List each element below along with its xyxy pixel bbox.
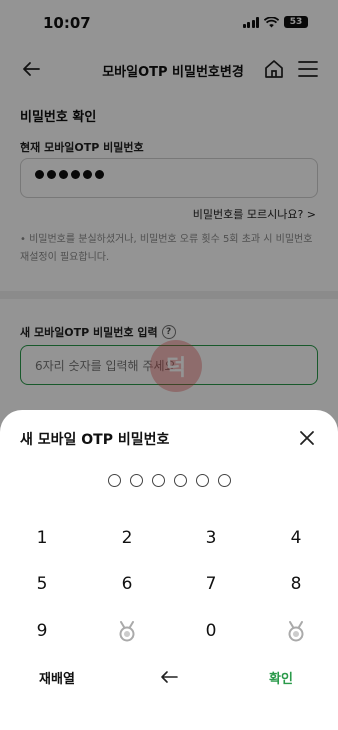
key-9[interactable]: 9 — [12, 613, 72, 649]
key-2[interactable]: 2 — [97, 520, 157, 556]
scramble-key-2[interactable] — [266, 613, 326, 649]
key-5[interactable]: 5 — [12, 566, 72, 602]
backspace-arrow-icon — [161, 671, 178, 683]
key-0[interactable]: 0 — [181, 613, 241, 649]
pin-dot — [196, 474, 209, 487]
keypad-bottom-sheet: 새 모바일 OTP 비밀번호 1 2 3 4 5 6 7 8 9 0 재배열 확… — [0, 410, 338, 730]
pin-dot — [108, 474, 121, 487]
key-8[interactable]: 8 — [266, 566, 326, 602]
pin-dot — [152, 474, 165, 487]
backspace-button[interactable] — [139, 659, 199, 695]
scramble-key-1[interactable] — [97, 613, 157, 649]
rearrange-button[interactable]: 재배열 — [27, 659, 87, 695]
confirm-button[interactable]: 확인 — [251, 659, 311, 695]
pin-dot — [218, 474, 231, 487]
pin-dot — [130, 474, 143, 487]
key-3[interactable]: 3 — [181, 520, 241, 556]
pin-dot — [174, 474, 187, 487]
key-4[interactable]: 4 — [266, 520, 326, 556]
pin-indicators — [108, 474, 231, 487]
key-1[interactable]: 1 — [12, 520, 72, 556]
close-icon[interactable] — [297, 428, 317, 448]
key-7[interactable]: 7 — [181, 566, 241, 602]
scramble-icon — [119, 621, 135, 642]
key-6[interactable]: 6 — [97, 566, 157, 602]
scramble-icon — [288, 621, 304, 642]
sheet-title: 새 모바일 OTP 비밀번호 — [20, 432, 170, 448]
